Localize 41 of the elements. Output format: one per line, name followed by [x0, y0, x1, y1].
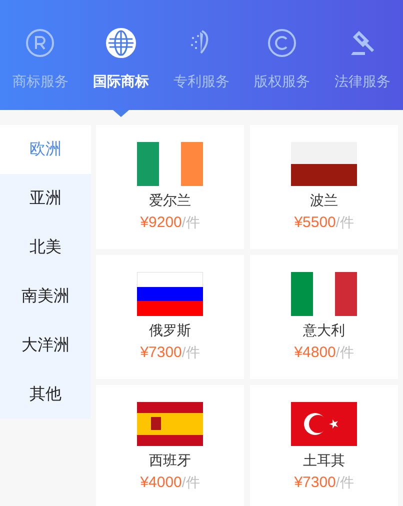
country-card[interactable]: 波兰 ¥5500/件 — [250, 125, 398, 249]
flag-icon — [291, 402, 357, 446]
price: ¥4800 — [294, 343, 336, 363]
price-unit: /件 — [182, 213, 200, 232]
country-card[interactable]: 意大利 ¥4800/件 — [250, 255, 398, 379]
region-item[interactable]: 北美 — [0, 223, 91, 272]
price-unit: /件 — [336, 213, 354, 232]
globe-icon — [104, 27, 137, 59]
price: ¥9200 — [140, 213, 182, 233]
country-card[interactable]: 爱尔兰 ¥9200/件 — [96, 125, 244, 249]
price: ¥7300 — [140, 343, 182, 363]
flag-icon — [137, 402, 203, 446]
category-tab[interactable]: 国际商标 — [80, 27, 162, 110]
flag-icon — [137, 272, 203, 316]
pointer-icon — [112, 110, 129, 117]
country-name: 爱尔兰 — [149, 191, 191, 209]
country-card[interactable]: 土耳其 ¥7300/件 — [250, 385, 398, 506]
region-item[interactable]: 大洋洲 — [0, 321, 91, 370]
flag-icon — [137, 142, 203, 186]
price: ¥5500 — [294, 213, 336, 233]
region-item[interactable]: 南美洲 — [0, 272, 91, 321]
price: ¥7300 — [294, 473, 336, 493]
country-card[interactable]: 西班牙 ¥4000/件 — [96, 385, 244, 506]
copyright-icon — [266, 27, 298, 59]
price-unit: /件 — [182, 343, 200, 362]
country-card[interactable]: 俄罗斯 ¥7300/件 — [96, 255, 244, 379]
country-name: 意大利 — [303, 321, 345, 339]
country-name: 波兰 — [310, 191, 338, 209]
region-item[interactable]: 其他 — [0, 370, 91, 419]
region-item[interactable]: 亚洲 — [0, 174, 91, 223]
region-item[interactable]: 欧洲 — [0, 125, 91, 174]
registered-icon — [24, 27, 56, 59]
country-name: 俄罗斯 — [149, 321, 191, 339]
flag-icon — [291, 272, 357, 316]
flag-icon — [291, 142, 357, 186]
price-unit: /件 — [336, 473, 354, 492]
price-unit: /件 — [182, 473, 200, 492]
country-name: 西班牙 — [149, 451, 191, 469]
price: ¥4000 — [140, 473, 182, 493]
country-name: 土耳其 — [303, 451, 345, 469]
price-unit: /件 — [336, 343, 354, 362]
